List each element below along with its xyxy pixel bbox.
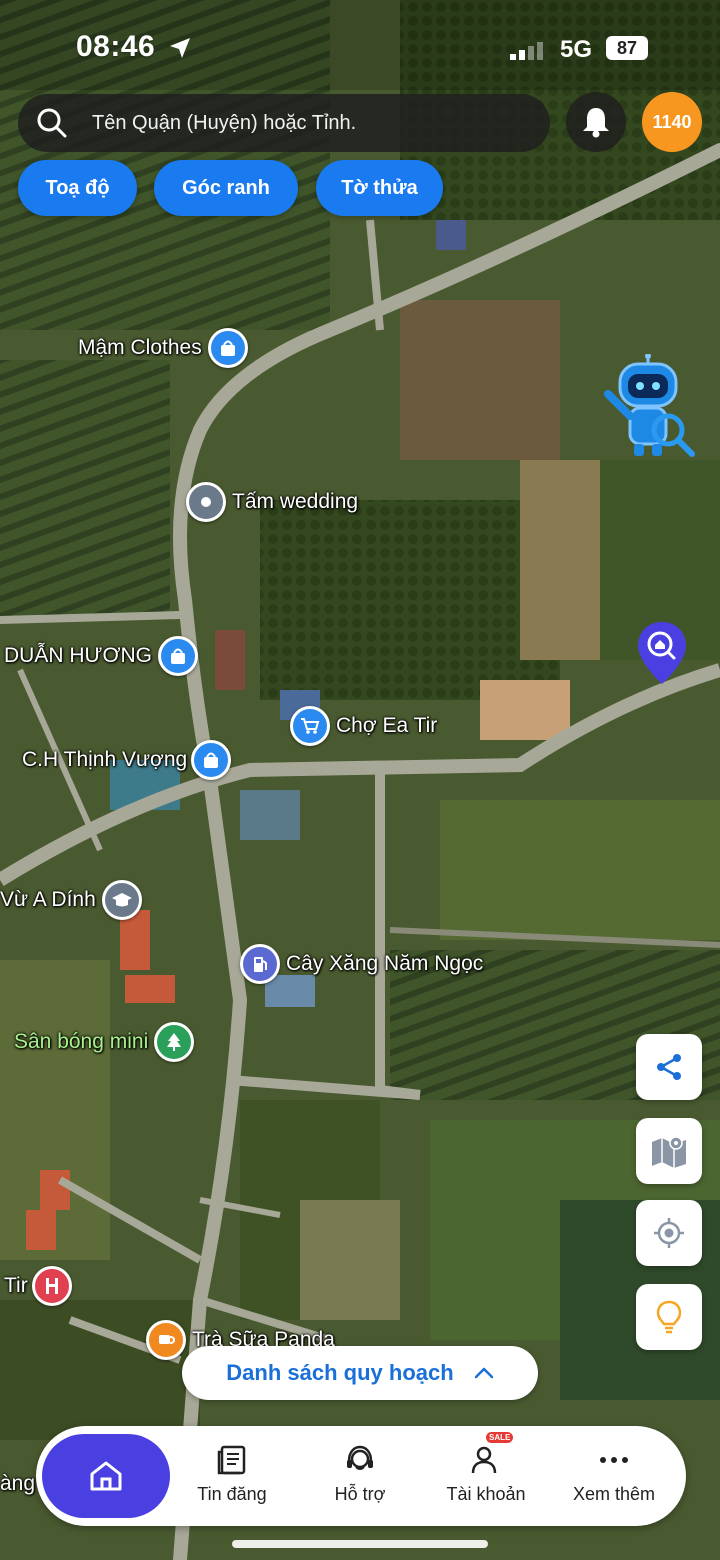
my-location-button[interactable] bbox=[636, 1200, 702, 1266]
home-icon bbox=[90, 1461, 122, 1491]
tree-icon bbox=[154, 1022, 195, 1062]
share-icon bbox=[657, 1054, 681, 1080]
tab-label: Xem thêm bbox=[572, 1484, 656, 1504]
network-type: 5G bbox=[560, 36, 593, 63]
place-icon bbox=[186, 482, 226, 522]
tab-account[interactable]: SALE Tài khoản bbox=[426, 1432, 546, 1505]
tab-support[interactable]: Hỗ trợ bbox=[300, 1442, 420, 1505]
points-badge[interactable]: 1140 bbox=[642, 92, 702, 152]
place-label: Chợ Ea Tir bbox=[336, 714, 438, 737]
map-place-tam-wedding[interactable]: Tấm wedding bbox=[186, 482, 358, 522]
hospital-icon bbox=[31, 1266, 72, 1306]
place-label: Cây Xăng Năm Ngọc bbox=[286, 952, 484, 975]
shopping-bag-icon bbox=[207, 328, 248, 368]
map-place-duan-huong[interactable]: DUẪN HƯƠNG bbox=[4, 636, 198, 676]
planning-list-label: Danh sách quy hoạch bbox=[226, 1360, 454, 1385]
cafe-icon bbox=[146, 1320, 186, 1360]
account-icon bbox=[471, 1446, 497, 1474]
chevron-up-icon bbox=[474, 1367, 493, 1379]
location-search-marker-icon[interactable] bbox=[636, 620, 688, 686]
place-label: Vừ A Dính bbox=[0, 888, 96, 911]
notification-button[interactable] bbox=[566, 92, 626, 152]
place-label: C.H Thịnh Vượng bbox=[22, 748, 188, 771]
map-place-san-bong-mini[interactable]: Sân bóng mini bbox=[14, 1022, 195, 1062]
signal-icon bbox=[510, 42, 543, 60]
tab-listings[interactable]: Tin đăng bbox=[172, 1442, 292, 1505]
news-icon bbox=[217, 1445, 246, 1475]
chip-corner-boundary[interactable]: Góc ranh bbox=[154, 160, 298, 216]
satellite-map[interactable] bbox=[0, 0, 720, 1560]
crosshair-icon bbox=[654, 1218, 684, 1248]
home-indicator bbox=[232, 1540, 488, 1548]
place-label: DUẪN HƯƠNG bbox=[4, 644, 152, 667]
status-time: 08:46 bbox=[76, 30, 156, 63]
search-bar[interactable]: Tên Quận (Huyện) hoặc Tỉnh. bbox=[18, 94, 550, 152]
map-place-ch-thinh-vuong[interactable]: C.H Thịnh Vượng bbox=[22, 740, 232, 780]
shopping-cart-icon bbox=[290, 706, 330, 746]
place-label: Tấm wedding bbox=[232, 490, 359, 513]
lightbulb-icon bbox=[656, 1300, 682, 1334]
chip-coordinates[interactable]: Toạ độ bbox=[18, 160, 137, 216]
share-button[interactable] bbox=[636, 1034, 702, 1100]
support-icon bbox=[347, 1445, 373, 1470]
search-icon bbox=[37, 108, 67, 138]
map-layers-button[interactable] bbox=[636, 1118, 702, 1184]
place-label: àng bbox=[0, 1472, 36, 1495]
tab-home[interactable] bbox=[42, 1434, 170, 1518]
status-bar: 08:46 5G 87 bbox=[0, 0, 720, 90]
tab-label: Tài khoản bbox=[446, 1484, 526, 1504]
map-place-cay-xang-nam-ngoc[interactable]: Cây Xăng Năm Ngọc bbox=[240, 944, 483, 984]
planning-list-button[interactable]: Danh sách quy hoạch bbox=[182, 1346, 538, 1400]
bottom-tab-bar: Tin đăng Hỗ trợ SALE Tài khoản Xem thêm bbox=[36, 1426, 686, 1526]
place-label: Mậm Clothes bbox=[78, 336, 202, 359]
map-place-tir-hospital[interactable]: Tir bbox=[4, 1266, 72, 1306]
fuel-pump-icon bbox=[240, 944, 280, 984]
graduation-cap-icon bbox=[101, 880, 142, 920]
map-place-vu-a-dinh[interactable]: Vừ A Dính bbox=[0, 880, 142, 920]
map-place-mam-clothes[interactable]: Mậm Clothes bbox=[78, 328, 248, 368]
shopping-bag-icon bbox=[157, 636, 198, 676]
search-placeholder: Tên Quận (Huyện) hoặc Tỉnh. bbox=[92, 111, 357, 134]
sale-badge: SALE bbox=[486, 1432, 514, 1443]
robot-assistant-icon[interactable] bbox=[598, 354, 698, 458]
shopping-bag-icon bbox=[191, 740, 232, 780]
battery-indicator: 87 bbox=[606, 36, 648, 60]
bell-icon bbox=[583, 108, 609, 138]
tab-label: Hỗ trợ bbox=[334, 1484, 386, 1504]
more-icon bbox=[600, 1457, 628, 1463]
chip-parcel-sheet[interactable]: Tờ thửa bbox=[316, 160, 443, 216]
place-label: Tir bbox=[4, 1274, 28, 1297]
map-place-cho-ea-tir[interactable]: Chợ Ea Tir bbox=[290, 706, 437, 746]
map-place-partial[interactable]: àng bbox=[0, 1472, 35, 1496]
location-arrow-icon bbox=[170, 38, 190, 58]
tips-button[interactable] bbox=[636, 1284, 702, 1350]
tab-label: Tin đăng bbox=[197, 1484, 267, 1504]
place-label: Sân bóng mini bbox=[14, 1030, 149, 1053]
map-icon bbox=[652, 1136, 686, 1168]
tab-more[interactable]: Xem thêm bbox=[554, 1442, 674, 1505]
